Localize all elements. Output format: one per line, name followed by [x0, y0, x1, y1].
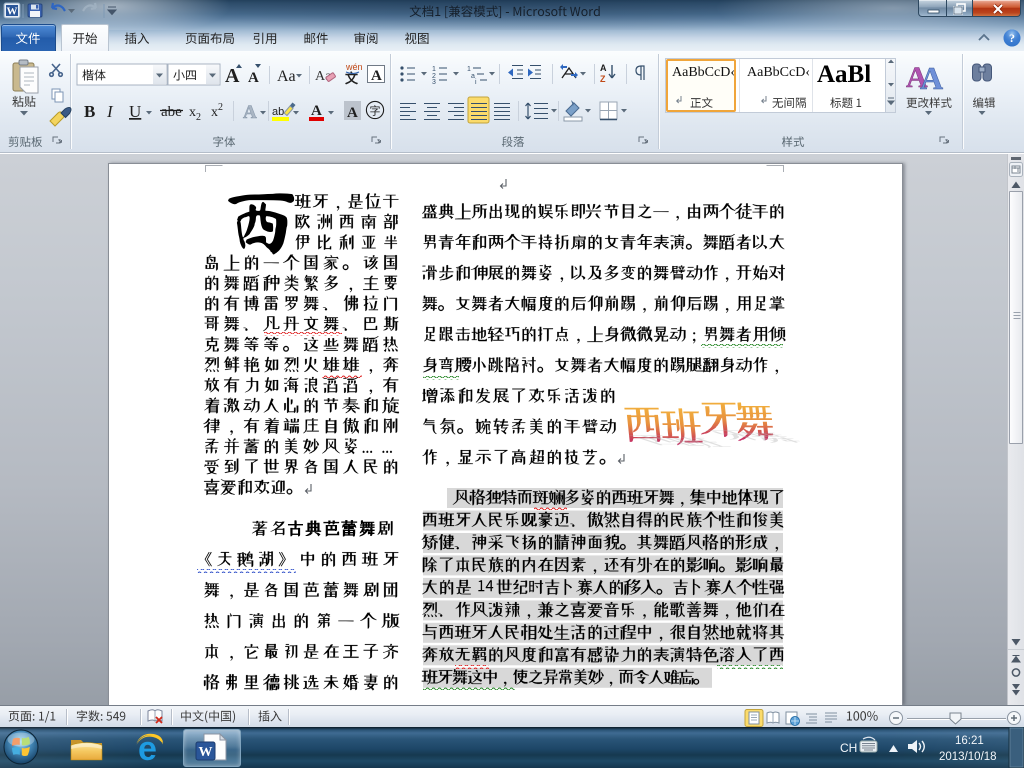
- svg-text:3: 3: [432, 79, 436, 86]
- svg-text:A: A: [311, 103, 322, 119]
- svg-text:?: ?: [1009, 31, 1015, 45]
- svg-text:B: B: [84, 102, 95, 121]
- svg-text:ab: ab: [272, 106, 284, 118]
- svg-text:A: A: [347, 105, 358, 121]
- svg-text:A: A: [243, 102, 257, 123]
- svg-text:i: i: [475, 79, 477, 86]
- svg-text:wén: wén: [345, 62, 363, 72]
- svg-text:字: 字: [370, 104, 381, 118]
- svg-text:A: A: [225, 65, 240, 87]
- svg-text:W: W: [7, 6, 18, 18]
- svg-text:W: W: [199, 745, 213, 760]
- svg-text:abe: abe: [161, 104, 182, 120]
- svg-text:x: x: [211, 105, 218, 120]
- svg-text:2: 2: [218, 102, 223, 113]
- svg-text:2: 2: [196, 112, 201, 123]
- svg-text:A: A: [920, 60, 943, 96]
- svg-text:1: 1: [432, 66, 436, 73]
- svg-text:A: A: [248, 70, 259, 86]
- svg-text:U: U: [129, 102, 141, 121]
- svg-text:A: A: [371, 68, 382, 84]
- svg-text:I: I: [106, 102, 114, 121]
- svg-text:x: x: [189, 105, 196, 120]
- svg-text:Z: Z: [600, 74, 606, 84]
- svg-text:Aa: Aa: [277, 68, 296, 85]
- svg-text:1: 1: [467, 66, 471, 73]
- svg-text:A: A: [600, 63, 607, 73]
